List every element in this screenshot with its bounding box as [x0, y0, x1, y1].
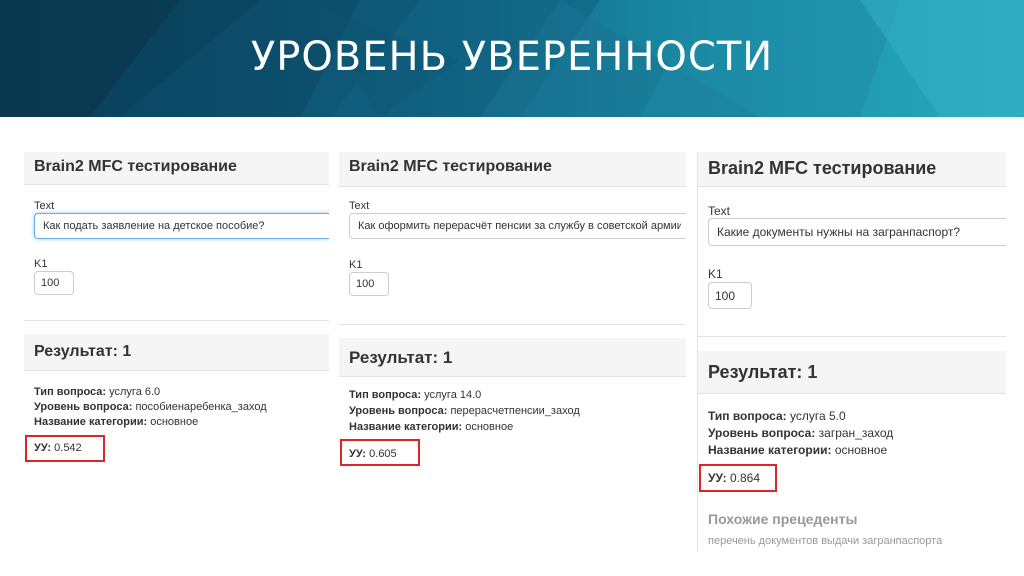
category-line: Название категории: основное [349, 421, 513, 433]
question-level-value: загран_заход [818, 426, 894, 440]
question-level-label: Уровень вопроса: [34, 401, 133, 413]
k1-label: K1 [708, 267, 723, 281]
app-title: Brain2 MFC тестирование [349, 158, 552, 175]
test-panel-2: Brain2 MFC тестирование Text K1 Результа… [339, 152, 686, 482]
test-panel-3: Brain2 MFC тестирование Text K1 Результа… [698, 152, 1006, 552]
confidence-highlight-box-1 [25, 435, 105, 462]
k1-input[interactable] [34, 271, 74, 295]
text-label: Text [349, 200, 370, 212]
question-level-value: пособиенаребенка_заход [135, 401, 267, 413]
slide-title: УРОВЕНЬ УВЕРЕННОСТИ [250, 34, 774, 80]
text-label: Text [708, 204, 731, 218]
question-level-value: перерасчетпенсии_заход [450, 405, 580, 417]
confidence-highlight-box-3 [699, 464, 777, 492]
category-line: Название категории: основное [708, 443, 887, 457]
k1-label: K1 [349, 259, 363, 271]
question-type-label: Тип вопроса: [34, 386, 107, 398]
category-value: основное [150, 416, 199, 428]
result-title: Результат: 1 [34, 343, 132, 360]
question-type-value: услуга 6.0 [109, 386, 161, 398]
confidence-highlight-box-2 [340, 439, 420, 466]
question-type-label: Тип вопроса: [349, 389, 422, 401]
result-header: Результат: 1 [339, 338, 686, 377]
similar-cases-heading: Похожие прецеденты [708, 511, 858, 527]
app-title: Brain2 MFC тестирование [34, 158, 237, 175]
question-type-value: услуга 14.0 [424, 389, 482, 401]
test-panel-1: Brain2 MFC тестирование Text K1 Результа… [24, 152, 329, 470]
text-label: Text [34, 200, 55, 212]
category-label: Название категории: [34, 416, 148, 428]
section-divider [698, 336, 1006, 337]
question-level-label: Уровень вопроса: [708, 426, 816, 440]
question-type-line: Тип вопроса: услуга 14.0 [349, 389, 481, 401]
result-title: Результат: 1 [708, 362, 818, 382]
category-value: основное [834, 443, 888, 457]
category-label: Название категории: [349, 421, 463, 433]
question-text-input[interactable] [34, 213, 329, 239]
k1-label: K1 [34, 258, 48, 270]
app-header: Brain2 MFC тестирование [339, 152, 686, 187]
result-header: Результат: 1 [698, 351, 1006, 394]
app-title: Brain2 MFC тестирование [708, 158, 937, 178]
app-header: Brain2 MFC тестирование [698, 152, 1006, 187]
question-text-input[interactable] [349, 213, 686, 239]
k1-input[interactable] [349, 272, 389, 296]
title-banner: УРОВЕНЬ УВЕРЕННОСТИ [0, 0, 1024, 117]
question-level-line: Уровень вопроса: перерасчетпенсии_заход [349, 405, 580, 417]
category-value: основное [465, 421, 514, 433]
category-label: Название категории: [708, 443, 832, 457]
question-type-value: услуга 5.0 [789, 409, 846, 423]
app-header: Brain2 MFC тестирование [24, 152, 329, 185]
question-type-line: Тип вопроса: услуга 5.0 [708, 409, 846, 423]
question-type-line: Тип вопроса: услуга 6.0 [34, 386, 160, 398]
section-divider [24, 320, 329, 321]
question-level-line: Уровень вопроса: пособиенаребенка_заход [34, 401, 267, 413]
result-header: Результат: 1 [24, 334, 329, 371]
question-level-line: Уровень вопроса: загран_заход [708, 426, 893, 440]
question-text-input[interactable] [708, 218, 1006, 246]
k1-input[interactable] [708, 282, 752, 309]
category-line: Название категории: основное [34, 416, 198, 428]
similar-case-item[interactable]: перечень документов выдачи загранпаспорт… [708, 535, 942, 547]
section-divider [339, 324, 686, 325]
question-level-label: Уровень вопроса: [349, 405, 448, 417]
question-type-label: Тип вопроса: [708, 409, 787, 423]
result-title: Результат: 1 [349, 348, 453, 367]
